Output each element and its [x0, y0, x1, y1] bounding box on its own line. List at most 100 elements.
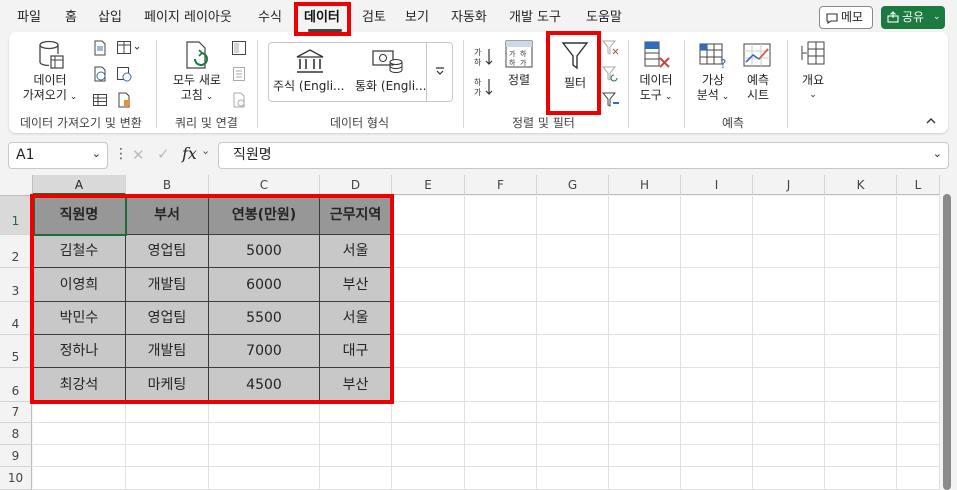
empty-cell[interactable]: [609, 445, 681, 467]
empty-cell[interactable]: [681, 423, 753, 445]
empty-cell[interactable]: [681, 467, 753, 490]
empty-cell[interactable]: [126, 445, 209, 467]
existing-connections-icon[interactable]: [116, 66, 132, 82]
data-tools-button[interactable]: 데이터 도구 ⌄: [634, 38, 678, 104]
empty-cell[interactable]: [465, 235, 537, 268]
empty-cell[interactable]: [897, 445, 940, 467]
tab-view[interactable]: 보기: [405, 6, 429, 30]
refresh-all-button[interactable]: 모두 새로 고침 ⌄: [165, 38, 229, 104]
empty-cell[interactable]: [537, 467, 609, 490]
stocks-button[interactable]: 주식 (Engli...: [273, 46, 345, 98]
empty-cell[interactable]: [897, 335, 940, 368]
empty-cell[interactable]: [753, 335, 825, 368]
get-data-button[interactable]: 데이터 가져오기 ⌄: [21, 38, 79, 104]
empty-cell[interactable]: [753, 235, 825, 268]
empty-cell[interactable]: [465, 335, 537, 368]
empty-cell[interactable]: [320, 423, 392, 445]
column-header-d[interactable]: D: [320, 175, 392, 195]
column-header-k[interactable]: K: [825, 175, 897, 195]
empty-cell[interactable]: [681, 445, 753, 467]
empty-cell[interactable]: [209, 467, 320, 490]
name-box[interactable]: A1 ⌄: [8, 142, 108, 169]
column-header-f[interactable]: F: [465, 175, 537, 195]
row-header-6[interactable]: 6: [0, 368, 32, 402]
column-header-j[interactable]: J: [753, 175, 825, 195]
scrollbar-thumb[interactable]: [943, 194, 951, 490]
from-picture-icon[interactable]: [116, 92, 132, 108]
empty-cell[interactable]: [753, 268, 825, 302]
empty-cell[interactable]: [753, 196, 825, 235]
sort-ascending-icon[interactable]: 가하: [473, 46, 495, 68]
empty-cell[interactable]: [392, 402, 465, 423]
formula-input[interactable]: 직원명 ⌄: [218, 142, 949, 169]
queries-connections-icon[interactable]: [231, 40, 247, 56]
cancel-icon[interactable]: ✕: [132, 146, 145, 164]
empty-cell[interactable]: [753, 368, 825, 402]
tab-formulas[interactable]: 수식: [258, 6, 282, 30]
row-header-1[interactable]: 1: [0, 196, 32, 235]
empty-cell[interactable]: [825, 235, 897, 268]
column-header-l[interactable]: L: [897, 175, 940, 195]
column-header-c[interactable]: C: [209, 175, 320, 195]
empty-cell[interactable]: [897, 402, 940, 423]
empty-cell[interactable]: [537, 368, 609, 402]
row-header-8[interactable]: 8: [0, 423, 32, 445]
tab-automate[interactable]: 자동화: [451, 6, 487, 30]
empty-cell[interactable]: [897, 467, 940, 490]
empty-cell[interactable]: [681, 335, 753, 368]
tab-file[interactable]: 파일: [17, 6, 41, 30]
column-header-i[interactable]: I: [681, 175, 753, 195]
empty-cell[interactable]: [392, 423, 465, 445]
empty-cell[interactable]: [33, 467, 126, 490]
empty-cell[interactable]: [897, 268, 940, 302]
empty-cell[interactable]: [609, 235, 681, 268]
sort-descending-icon[interactable]: 하가: [473, 76, 495, 98]
empty-cell[interactable]: [609, 467, 681, 490]
empty-cell[interactable]: [392, 445, 465, 467]
empty-cell[interactable]: [537, 302, 609, 335]
collapse-ribbon-icon[interactable]: [925, 116, 937, 126]
empty-cell[interactable]: [465, 402, 537, 423]
empty-cell[interactable]: [537, 402, 609, 423]
empty-cell[interactable]: [897, 235, 940, 268]
empty-cell[interactable]: [609, 196, 681, 235]
empty-cell[interactable]: [209, 445, 320, 467]
empty-cell[interactable]: [537, 335, 609, 368]
empty-cell[interactable]: [392, 235, 465, 268]
outline-button[interactable]: 개요 ⌄: [793, 38, 833, 104]
row-header-7[interactable]: 7: [0, 402, 32, 423]
data-types-dropdown[interactable]: [426, 42, 453, 102]
from-web-icon[interactable]: [92, 66, 108, 82]
empty-cell[interactable]: [753, 402, 825, 423]
row-header-10[interactable]: 10: [0, 467, 32, 490]
empty-cell[interactable]: [825, 467, 897, 490]
memo-button[interactable]: 메모: [819, 6, 873, 29]
empty-cell[interactable]: [609, 268, 681, 302]
row-header-3[interactable]: 3: [0, 268, 32, 302]
empty-cell[interactable]: [465, 467, 537, 490]
tab-developer[interactable]: 개발 도구: [509, 6, 561, 30]
empty-cell[interactable]: [537, 268, 609, 302]
empty-cell[interactable]: [392, 368, 465, 402]
select-all-corner[interactable]: [0, 175, 33, 196]
empty-cell[interactable]: [537, 235, 609, 268]
empty-cell[interactable]: [537, 196, 609, 235]
empty-cell[interactable]: [465, 445, 537, 467]
edit-links-icon[interactable]: [231, 92, 247, 108]
empty-cell[interactable]: [825, 423, 897, 445]
empty-cell[interactable]: [681, 235, 753, 268]
empty-cell[interactable]: [537, 423, 609, 445]
empty-cell[interactable]: [33, 423, 126, 445]
empty-cell[interactable]: [681, 302, 753, 335]
empty-cell[interactable]: [681, 196, 753, 235]
reapply-icon[interactable]: [602, 66, 620, 82]
empty-cell[interactable]: [681, 368, 753, 402]
tab-home[interactable]: 홈: [65, 6, 77, 30]
empty-cell[interactable]: [825, 402, 897, 423]
empty-cell[interactable]: [609, 335, 681, 368]
empty-cell[interactable]: [825, 196, 897, 235]
share-button[interactable]: 공유 ⌄: [881, 6, 945, 29]
properties-icon[interactable]: [231, 66, 247, 82]
expand-formula-icon[interactable]: ⌄: [933, 141, 942, 166]
from-text-icon[interactable]: [92, 40, 108, 56]
